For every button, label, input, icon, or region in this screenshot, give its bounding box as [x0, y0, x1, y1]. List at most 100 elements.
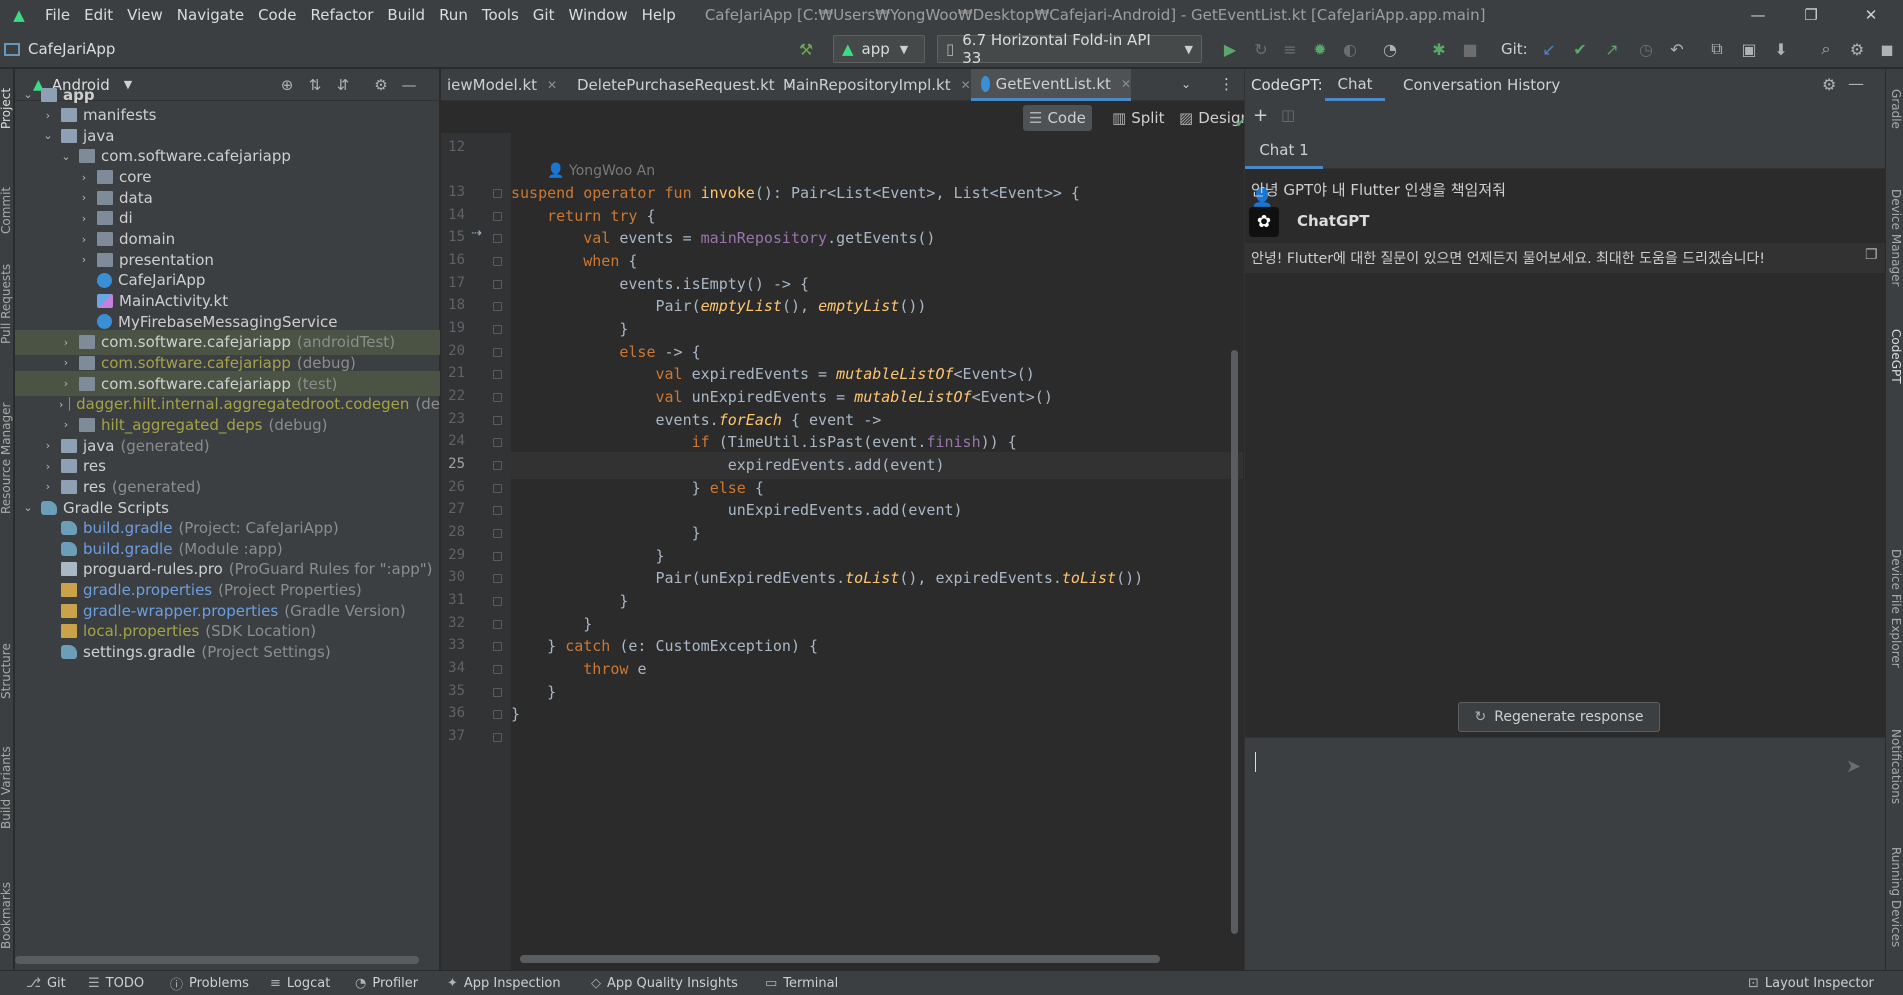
- tab-chat-1[interactable]: Chat 1: [1245, 133, 1323, 169]
- tool-window-device-manager[interactable]: Device Manager: [1889, 189, 1903, 286]
- menu-build[interactable]: Build: [380, 6, 432, 24]
- statusbar-git[interactable]: ⎇ Git: [26, 971, 66, 995]
- fold-marker-icon[interactable]: [493, 189, 502, 198]
- chevron-right-icon[interactable]: ›: [41, 439, 55, 452]
- fold-marker-icon[interactable]: [493, 257, 502, 266]
- device-select[interactable]: ▯ 6.7 Horizontal Fold-in API 33 ▼: [937, 31, 1202, 67]
- tool-window-resource-manager[interactable]: Resource Manager: [0, 403, 13, 514]
- editor-vertical-scrollbar[interactable]: [1231, 350, 1238, 934]
- debug-icon[interactable]: ✹: [1309, 38, 1331, 60]
- chevron-right-icon[interactable]: ›: [41, 109, 55, 122]
- minimize-button[interactable]: —: [1735, 0, 1781, 30]
- fold-marker-icon[interactable]: [493, 280, 502, 289]
- menu-git[interactable]: Git: [526, 6, 562, 24]
- menu-file[interactable]: File: [38, 6, 77, 24]
- tab-delete-purchase-request[interactable]: DeletePurchaseRequest.kt ✕: [561, 69, 795, 101]
- hide-panel-icon[interactable]: —: [1848, 74, 1864, 93]
- regenerate-response-button[interactable]: ↻ Regenerate response: [1458, 702, 1660, 732]
- chevron-down-icon[interactable]: ⌄: [21, 88, 35, 101]
- mode-split-button[interactable]: ▥ Split: [1106, 105, 1170, 131]
- run-config-select[interactable]: ▲ app ▼: [833, 35, 925, 63]
- fold-marker-icon[interactable]: [493, 461, 502, 470]
- tool-window-notifications[interactable]: Notifications: [1889, 729, 1903, 804]
- tool-window-pull-requests[interactable]: Pull Requests: [0, 264, 13, 344]
- menu-edit[interactable]: Edit: [77, 6, 120, 24]
- apply-changes-icon[interactable]: ≡: [1279, 38, 1301, 60]
- fold-marker-icon[interactable]: [493, 348, 502, 357]
- settings-gear-icon[interactable]: ⚙: [1846, 38, 1868, 60]
- fold-marker-icon[interactable]: [493, 234, 502, 243]
- close-button[interactable]: ✕: [1848, 0, 1894, 30]
- chevron-right-icon[interactable]: ›: [77, 212, 91, 225]
- fold-marker-icon[interactable]: [493, 597, 502, 606]
- stop-icon[interactable]: ■: [1459, 38, 1481, 60]
- tab-main-repository-impl[interactable]: MainRepositoryImpl.kt ✕: [767, 69, 971, 101]
- tool-window-bookmarks[interactable]: Bookmarks: [0, 882, 13, 949]
- send-icon[interactable]: ➤: [1846, 756, 1861, 777]
- fold-marker-icon[interactable]: [493, 733, 502, 742]
- fold-marker-icon[interactable]: [493, 688, 502, 697]
- coverage-icon[interactable]: ◐: [1339, 38, 1361, 60]
- menu-navigate[interactable]: Navigate: [170, 6, 251, 24]
- git-commit-icon[interactable]: ✔: [1569, 38, 1591, 60]
- fold-marker-icon[interactable]: [493, 642, 502, 651]
- menu-view[interactable]: View: [120, 6, 170, 24]
- fold-marker-icon[interactable]: [493, 325, 502, 334]
- account-icon[interactable]: ◼: [1876, 38, 1898, 60]
- tool-window-running-devices[interactable]: Running Devices: [1889, 847, 1903, 947]
- tool-window-build-variants[interactable]: Build Variants: [0, 746, 13, 829]
- sdk-manager-icon[interactable]: ⬇: [1770, 38, 1792, 60]
- close-tab-icon[interactable]: ✕: [1121, 77, 1131, 91]
- fold-marker-icon[interactable]: [493, 574, 502, 583]
- chevron-right-icon[interactable]: ›: [77, 171, 91, 184]
- tab-viewmodel[interactable]: iewModel.kt ✕: [441, 69, 557, 101]
- device-manager-icon[interactable]: ▣: [1738, 38, 1760, 60]
- git-push-icon[interactable]: ↗: [1601, 38, 1623, 60]
- fold-marker-icon[interactable]: [493, 529, 502, 538]
- fold-marker-icon[interactable]: [493, 393, 502, 402]
- menu-run[interactable]: Run: [432, 6, 475, 24]
- fold-marker-icon[interactable]: [493, 710, 502, 719]
- close-tab-icon[interactable]: ✕: [547, 78, 557, 92]
- fold-marker-icon[interactable]: [493, 438, 502, 447]
- chevron-right-icon[interactable]: ›: [59, 356, 73, 369]
- statusbar-layout-inspector[interactable]: ⊡ Layout Inspector: [1748, 971, 1874, 995]
- fold-marker-icon[interactable]: [493, 484, 502, 493]
- run-icon[interactable]: ▶: [1219, 38, 1241, 60]
- implementation-marker-icon[interactable]: ⇢: [471, 226, 482, 241]
- chevron-down-icon[interactable]: ⌄: [21, 501, 35, 514]
- chevron-down-icon[interactable]: ⌄: [41, 129, 55, 142]
- tool-window-device-file-explorer[interactable]: Device File Explorer: [1889, 549, 1903, 668]
- tool-window-codegpt[interactable]: CodeGPT: [1889, 329, 1903, 384]
- statusbar-logcat[interactable]: ≡ Logcat: [270, 971, 330, 995]
- fold-marker-icon[interactable]: [493, 665, 502, 674]
- chevron-right-icon[interactable]: ›: [59, 418, 73, 431]
- search-icon[interactable]: ⌕: [1815, 38, 1837, 60]
- git-rollback-icon[interactable]: ↶: [1666, 38, 1688, 60]
- chevron-right-icon[interactable]: ›: [59, 398, 63, 411]
- chevron-right-icon[interactable]: ›: [77, 233, 91, 246]
- statusbar-problems[interactable]: ⓘ Problems: [170, 971, 249, 995]
- chevron-right-icon[interactable]: ›: [77, 253, 91, 266]
- fold-marker-icon[interactable]: [493, 370, 502, 379]
- mode-code-button[interactable]: ☰ Code: [1023, 105, 1092, 131]
- statusbar-profiler[interactable]: ◔ Profiler: [355, 971, 418, 995]
- split-view-icon[interactable]: ◫: [1281, 106, 1295, 124]
- tab-conversation-history[interactable]: Conversation History: [1403, 69, 1560, 101]
- fold-marker-icon[interactable]: [493, 552, 502, 561]
- fold-marker-icon[interactable]: [493, 212, 502, 221]
- new-chat-plus-icon[interactable]: +: [1253, 105, 1268, 126]
- statusbar-app-inspection[interactable]: ✦ App Inspection: [447, 971, 561, 995]
- build-hammer-icon[interactable]: ⚒: [795, 38, 817, 60]
- tree-item-settings-gradle[interactable]: settings.gradle (Project Settings): [15, 640, 440, 665]
- chevron-right-icon[interactable]: ›: [59, 336, 73, 349]
- chevron-right-icon[interactable]: ›: [77, 191, 91, 204]
- menu-help[interactable]: Help: [635, 6, 683, 24]
- git-update-icon[interactable]: ↙: [1538, 38, 1560, 60]
- chat-input[interactable]: [1255, 752, 1835, 782]
- code-editor[interactable]: 👤 YongWoo An suspend operator fun invoke…: [511, 133, 1243, 970]
- tool-window-structure[interactable]: Structure: [0, 643, 13, 699]
- project-breadcrumb[interactable]: CafeJariApp: [0, 30, 115, 68]
- fold-marker-icon[interactable]: [493, 416, 502, 425]
- codegpt-settings-gear-icon[interactable]: ⚙: [1822, 75, 1836, 94]
